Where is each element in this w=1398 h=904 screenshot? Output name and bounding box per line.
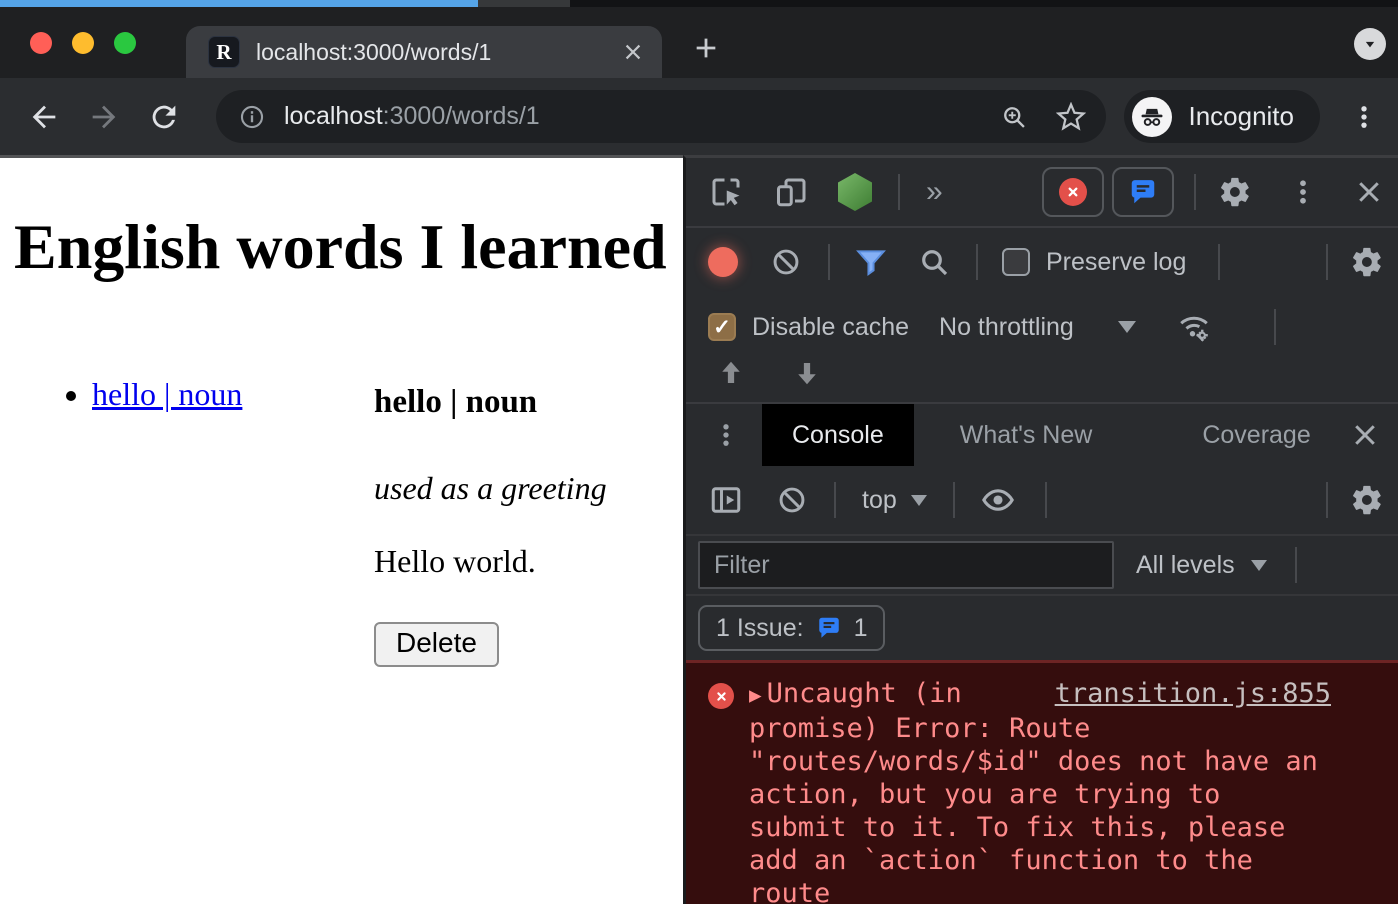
remix-favicon: R <box>208 36 240 68</box>
devtools-main-toolbar: » <box>686 158 1398 228</box>
word-link[interactable]: hello | noun <box>92 376 242 412</box>
console-errors-button[interactable] <box>1042 167 1104 217</box>
console-error-message: transition.js:855 ▶Uncaught (in promise) … <box>686 660 1398 904</box>
url-path: :3000/words/1 <box>383 102 540 130</box>
har-buttons-row <box>686 358 1398 402</box>
tab-coverage[interactable]: Coverage <box>1172 404 1340 466</box>
node-js-icon[interactable] <box>838 173 872 211</box>
tab-close-icon[interactable] <box>622 41 644 63</box>
network-toolbar: Preserve log <box>686 228 1398 296</box>
drawer-close-icon[interactable] <box>1350 420 1380 450</box>
incognito-label: Incognito <box>1188 101 1294 132</box>
page-title: English words I learned <box>14 210 669 284</box>
error-text: transition.js:855 ▶Uncaught (in promise) … <box>749 677 1331 904</box>
issue-chat-icon <box>816 615 842 641</box>
throttling-select[interactable]: No throttling <box>939 313 1074 342</box>
network-settings-gear-icon[interactable] <box>1350 245 1384 279</box>
content-area: English words I learned hello | noun hel… <box>0 155 1398 904</box>
console-sidebar-toggle-icon[interactable] <box>708 482 744 518</box>
browser-tab[interactable]: R localhost:3000/words/1 <box>186 26 662 78</box>
maximize-window-button[interactable] <box>114 32 136 54</box>
devtools-menu-kebab-icon[interactable] <box>1288 177 1318 207</box>
network-conditions-icon[interactable] <box>1176 309 1212 345</box>
web-page: English words I learned hello | noun hel… <box>0 155 683 904</box>
desktop-edge-strip <box>0 0 1398 7</box>
browser-menu-kebab-icon[interactable] <box>1344 97 1384 137</box>
close-window-button[interactable] <box>30 32 52 54</box>
issues-button[interactable] <box>1112 167 1174 217</box>
console-filter-input[interactable] <box>698 541 1114 589</box>
browser-window: R localhost:3000/words/1 localhost:3000/… <box>0 0 1398 904</box>
devtools-close-icon[interactable] <box>1354 177 1384 207</box>
word-detail: hello | noun used as a greeting Hello wo… <box>374 384 607 667</box>
reload-button[interactable] <box>144 97 184 137</box>
bookmark-star-icon[interactable] <box>1056 102 1086 132</box>
zoom-icon[interactable] <box>1000 103 1028 131</box>
preserve-log-label: Preserve log <box>1046 248 1186 277</box>
tab-search-button[interactable] <box>1354 28 1386 60</box>
words-layout: hello | noun hello | noun used as a gree… <box>14 344 669 667</box>
minimize-window-button[interactable] <box>72 32 94 54</box>
new-tab-button[interactable] <box>692 34 720 62</box>
error-message: Uncaught (in promise) Error: Route "rout… <box>749 678 1318 904</box>
context-caret-icon <box>911 495 927 506</box>
tab-console[interactable]: Console <box>762 404 914 466</box>
live-expression-eye-icon[interactable] <box>981 483 1015 517</box>
export-har-icon[interactable] <box>792 358 822 388</box>
error-count-icon <box>1059 178 1087 206</box>
url-text: localhost:3000/words/1 <box>284 102 1000 131</box>
tab-whats-new[interactable]: What's New <box>930 404 1123 466</box>
word-list: hello | noun <box>14 376 374 667</box>
import-har-icon[interactable] <box>716 358 746 388</box>
url-host: localhost <box>284 102 383 130</box>
browser-toolbar: localhost:3000/words/1 Incognito <box>0 78 1398 155</box>
window-controls <box>30 32 136 54</box>
error-icon <box>708 683 734 709</box>
inspect-element-icon[interactable] <box>708 174 744 210</box>
network-search-icon[interactable] <box>918 246 950 278</box>
delete-button[interactable]: Delete <box>374 622 499 667</box>
issue-count: 1 <box>854 614 868 643</box>
preserve-log-checkbox[interactable] <box>1002 248 1030 276</box>
issues-counter-button[interactable]: 1 Issue: 1 <box>698 605 885 651</box>
network-filter-icon[interactable] <box>854 245 888 279</box>
network-options-row: ✓ Disable cache No throttling <box>686 296 1398 358</box>
console-settings-gear-icon[interactable] <box>1350 483 1384 517</box>
clear-console-icon[interactable] <box>776 484 808 516</box>
expand-triangle-icon[interactable]: ▶ <box>749 683 762 707</box>
record-network-log-button[interactable] <box>708 247 738 277</box>
throttling-caret-icon <box>1118 321 1136 333</box>
devtools-panel: » Preserve log <box>683 155 1398 904</box>
tab-title: localhost:3000/words/1 <box>256 39 622 66</box>
drawer-tab-bar: Console What's New Coverage <box>686 404 1398 466</box>
error-source-link[interactable]: transition.js:855 <box>1055 677 1331 710</box>
console-toolbar: top <box>686 466 1398 536</box>
site-info-icon[interactable] <box>238 103 266 131</box>
word-detail-title: hello | noun <box>374 384 607 421</box>
console-filter-row: All levels <box>686 536 1398 596</box>
back-button[interactable] <box>24 97 64 137</box>
disable-cache-label: Disable cache <box>752 313 909 342</box>
address-bar[interactable]: localhost:3000/words/1 <box>216 90 1106 143</box>
tab-bar: R localhost:3000/words/1 <box>0 7 1398 78</box>
issues-row: 1 Issue: 1 <box>686 596 1398 660</box>
disable-cache-checkbox[interactable]: ✓ <box>708 313 736 341</box>
drawer-menu-kebab-icon[interactable] <box>712 421 740 449</box>
console-drawer: Console What's New Coverage top <box>686 402 1398 904</box>
clear-network-log-icon[interactable] <box>770 246 802 278</box>
forward-button[interactable] <box>84 97 124 137</box>
log-levels-caret-icon <box>1251 560 1267 571</box>
context-select[interactable]: top <box>862 486 897 515</box>
log-levels-select[interactable]: All levels <box>1136 551 1235 580</box>
incognito-badge: Incognito <box>1124 90 1320 143</box>
list-item: hello | noun <box>92 376 374 413</box>
device-toolbar-icon[interactable] <box>774 174 810 210</box>
word-example: Hello world. <box>374 543 607 580</box>
issue-label: 1 Issue: <box>716 614 804 643</box>
devtools-settings-gear-icon[interactable] <box>1218 175 1252 209</box>
more-panels-chevron[interactable]: » <box>926 175 943 209</box>
word-definition: used as a greeting <box>374 470 607 507</box>
incognito-icon <box>1132 97 1172 137</box>
